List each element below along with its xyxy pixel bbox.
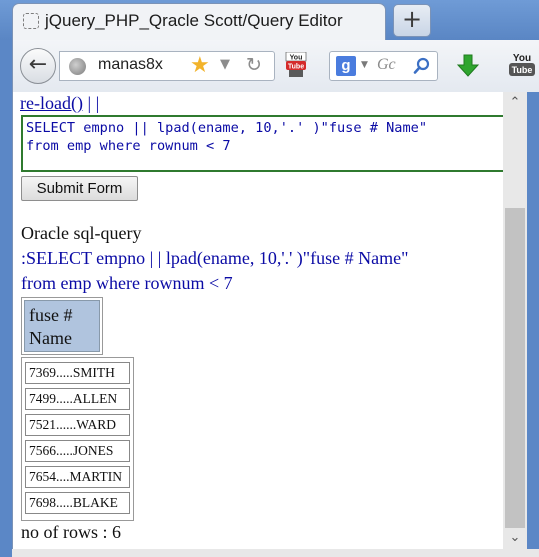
table-row: 7698.....BLAKE <box>25 492 130 514</box>
youtube-toolbar-icon[interactable]: You Tube <box>285 52 307 78</box>
table-row: 7521......WARD <box>25 414 130 436</box>
navigation-toolbar: ← manas8x ★ ▼ ↻ You Tube g ▼ Gc You Tube <box>12 40 539 92</box>
reload-link[interactable]: re-load() <box>20 93 83 113</box>
bottom-edge <box>12 549 539 557</box>
site-identity-icon[interactable] <box>69 58 86 75</box>
scroll-down-arrow-icon[interactable]: ⌄ <box>503 527 527 549</box>
column-header: fuse # Name <box>24 300 100 352</box>
query-line-1: SELECT empno || lpad(ename, 10,'.' )"fus… <box>26 120 428 136</box>
bookmark-star-icon[interactable]: ★ <box>190 53 210 78</box>
row-count-text: no of rows : 6 <box>21 522 121 542</box>
svg-text:Tube: Tube <box>288 64 304 71</box>
query-echo-line-1: :SELECT empno | | lpad(ename, 10,'.' )"f… <box>21 248 409 268</box>
reload-link-line: re-load() | | <box>20 93 99 114</box>
back-button[interactable]: ← <box>20 48 56 84</box>
svg-text:Tube: Tube <box>512 65 533 75</box>
svg-text:You: You <box>513 53 531 64</box>
search-icon[interactable] <box>413 57 431 75</box>
search-input[interactable]: Gc <box>377 56 396 74</box>
back-arrow-icon: ← <box>28 52 48 77</box>
page-content: re-load() | | SELECT empno || lpad(ename… <box>12 92 527 549</box>
download-arrow-icon[interactable] <box>457 54 479 78</box>
query-echo-line-2: from emp where rownum < 7 <box>21 273 233 293</box>
address-bar[interactable]: manas8x ★ ▼ ↻ <box>59 51 275 81</box>
vertical-scrollbar[interactable]: ⌃ ⌄ <box>503 92 527 549</box>
search-engine-dropdown-icon[interactable]: ▼ <box>361 60 368 70</box>
browser-tab[interactable]: jQuery_PHP_Qracle Scott/Query Editor <box>12 3 386 41</box>
table-row: 7654....MARTIN <box>25 466 130 488</box>
table-row: 7566.....JONES <box>25 440 130 462</box>
reload-suffix: | | <box>82 93 100 113</box>
sql-query-textarea[interactable]: SELECT empno || lpad(ename, 10,'.' )"fus… <box>21 115 516 172</box>
new-tab-button[interactable]: + <box>393 4 431 37</box>
svg-text:You: You <box>290 55 303 62</box>
table-row: 7499.....ALLEN <box>25 388 130 410</box>
result-rows-table: 7369.....SMITH 7499.....ALLEN 7521......… <box>21 357 134 521</box>
result-heading: Oracle sql-query <box>21 223 142 243</box>
page-favicon-icon <box>23 13 39 29</box>
scroll-thumb[interactable] <box>505 208 525 528</box>
table-row: 7369.....SMITH <box>25 362 130 384</box>
reload-icon[interactable]: ↻ <box>246 54 262 76</box>
query-line-2: from emp where rownum < 7 <box>26 138 231 154</box>
google-icon[interactable]: g <box>336 56 356 76</box>
youtube-downloader-icon[interactable]: You Tube <box>507 50 537 80</box>
url-text: manas8x <box>98 56 163 73</box>
tab-strip: jQuery_PHP_Qracle Scott/Query Editor + <box>0 0 539 41</box>
url-history-dropdown-icon[interactable]: ▼ <box>220 57 230 72</box>
tab-title: jQuery_PHP_Qracle Scott/Query Editor <box>45 11 343 30</box>
scroll-up-arrow-icon[interactable]: ⌃ <box>503 92 527 114</box>
search-box[interactable]: g ▼ Gc <box>329 51 438 81</box>
column-header-line-1: fuse # <box>29 305 73 325</box>
submit-form-button[interactable]: Submit Form <box>21 176 138 201</box>
column-header-line-2: Name <box>29 328 72 348</box>
column-header-table: fuse # Name <box>21 297 103 355</box>
